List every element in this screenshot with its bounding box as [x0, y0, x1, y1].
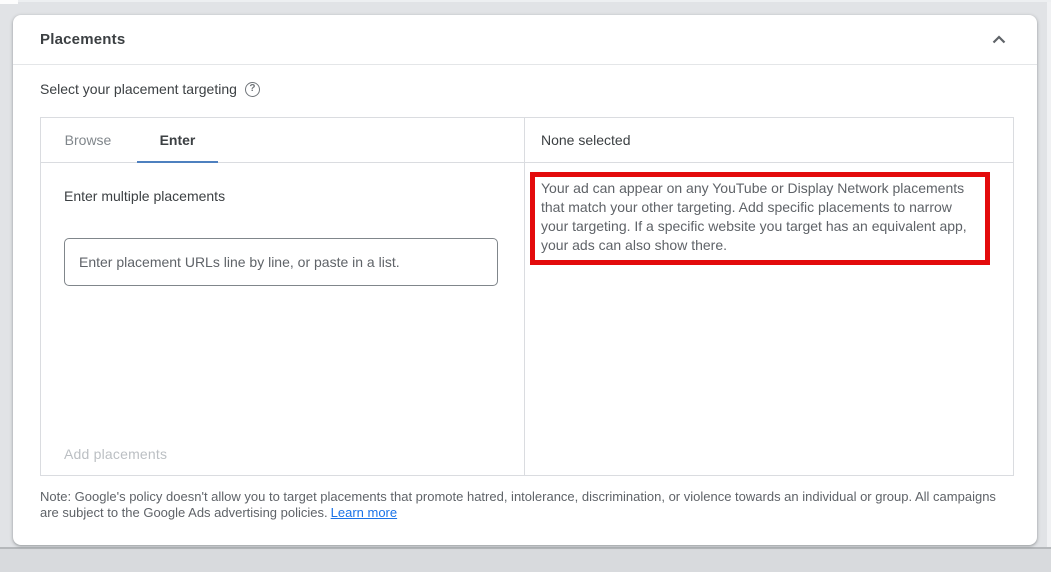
- enter-placements-label: Enter multiple placements: [64, 188, 225, 204]
- collapse-button[interactable]: [986, 27, 1012, 53]
- selection-summary: None selected: [525, 118, 1013, 163]
- active-tab-indicator: [137, 161, 218, 163]
- chevron-up-icon: [987, 28, 1011, 52]
- policy-note-text: Note: Google's policy doesn't allow you …: [40, 489, 996, 520]
- placement-urls-input[interactable]: [64, 238, 498, 286]
- red-highlight-annotation: Your ad can appear on any YouTube or Dis…: [530, 172, 990, 265]
- tab-enter-label: Enter: [160, 132, 196, 148]
- tab-browse[interactable]: Browse: [54, 118, 122, 162]
- placements-card: Placements Select your placement targeti…: [13, 15, 1037, 545]
- picker-left-panel: Browse Enter Enter multiple placements A…: [41, 118, 525, 475]
- card-header: Placements: [13, 15, 1037, 65]
- placement-picker: Browse Enter Enter multiple placements A…: [40, 117, 1014, 476]
- add-placements-button[interactable]: Add placements: [64, 446, 167, 462]
- top-edge-highlight: [0, 0, 1051, 2]
- scrollbar-track[interactable]: [1047, 2, 1051, 547]
- learn-more-link[interactable]: Learn more: [331, 505, 397, 520]
- description-line: your ads can also show there.: [541, 236, 977, 255]
- page-footer-area: [0, 547, 1051, 572]
- section-subtitle: Select your placement targeting: [40, 81, 237, 97]
- card-title: Placements: [40, 31, 125, 48]
- top-left-sliver: [0, 0, 18, 4]
- description-line: your targeting. If a specific website yo…: [541, 217, 977, 236]
- tab-bar: Browse Enter: [41, 118, 524, 163]
- picker-right-panel: None selected Your ad can appear on any …: [525, 118, 1013, 475]
- tab-enter[interactable]: Enter: [137, 118, 218, 162]
- description-line: Your ad can appear on any YouTube or Dis…: [541, 179, 977, 198]
- subtitle-row: Select your placement targeting ?: [40, 81, 260, 97]
- policy-note: Note: Google's policy doesn't allow you …: [40, 489, 1010, 521]
- description-line: that match your other targeting. Add spe…: [541, 198, 977, 217]
- help-icon[interactable]: ?: [245, 82, 260, 97]
